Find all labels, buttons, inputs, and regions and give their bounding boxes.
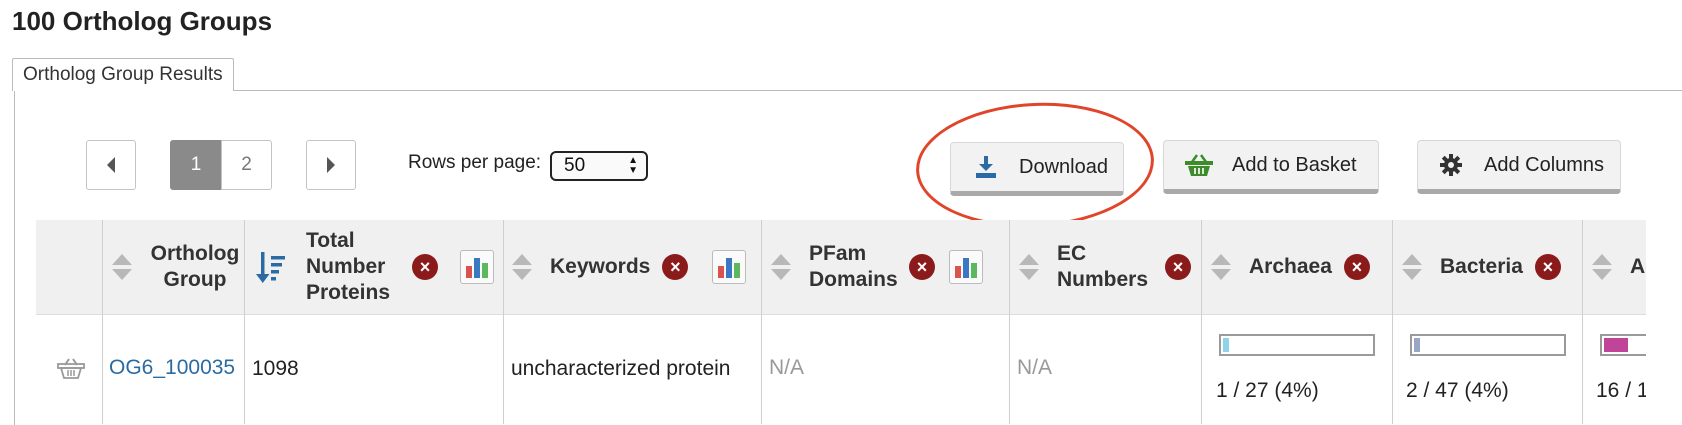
- chevron-right-icon: [327, 157, 335, 173]
- col-header-archaea[interactable]: Archaea ×: [1211, 220, 1391, 314]
- column-divider: [1009, 220, 1010, 424]
- col-header-pfam-domains[interactable]: PFam Domains ×: [771, 220, 1007, 314]
- sort-icon[interactable]: [1592, 254, 1612, 280]
- remove-column-icon[interactable]: ×: [662, 254, 689, 280]
- bacteria-cell: 2 / 47 (4%): [1406, 379, 1509, 402]
- page-1-button[interactable]: 1: [170, 140, 222, 190]
- bacteria-bar-fill: [1414, 338, 1420, 352]
- col-header-label: Archaea: [1249, 255, 1332, 278]
- rows-per-page-label: Rows per page:: [408, 152, 542, 173]
- remove-column-icon[interactable]: ×: [1165, 254, 1191, 280]
- partial-cell: 16 / 1: [1596, 379, 1646, 402]
- col-header-label: Keywords: [550, 255, 651, 278]
- column-divider: [244, 220, 245, 424]
- ortholog-group-link[interactable]: OG6_100035: [109, 356, 235, 380]
- remove-column-icon[interactable]: ×: [1534, 254, 1561, 280]
- total-proteins-cell: 1098: [252, 357, 299, 380]
- partial-bar: [1600, 334, 1646, 356]
- select-arrows-icon: ▲ ▼: [628, 155, 638, 176]
- col-header-total-number-proteins[interactable]: Total Number Proteins ×: [256, 220, 496, 314]
- bacteria-bar: [1410, 334, 1566, 356]
- col-header-bacteria[interactable]: Bacteria ×: [1402, 220, 1582, 314]
- basket-icon: [1184, 153, 1214, 177]
- archaea-cell: 1 / 27 (4%): [1216, 379, 1319, 402]
- add-to-basket-label: Add to Basket: [1232, 153, 1357, 176]
- col-header-label: Total Number Proteins: [306, 229, 391, 304]
- col-header-label: PFam Domains: [809, 242, 898, 291]
- sort-icon[interactable]: [771, 254, 791, 280]
- col-header-label: A: [1630, 255, 1646, 278]
- col-header-label: Ortholog Group: [150, 242, 240, 291]
- col-header-partial[interactable]: A: [1592, 220, 1646, 314]
- prev-page-button[interactable]: [86, 140, 136, 190]
- col-header-ec-numbers[interactable]: EC Numbers ×: [1019, 220, 1205, 314]
- partial-bar-fill: [1604, 338, 1628, 352]
- column-divider: [1392, 220, 1393, 424]
- next-page-button[interactable]: [306, 140, 356, 190]
- column-divider: [102, 220, 103, 424]
- col-header-ortholog-group[interactable]: Ortholog Group: [112, 220, 242, 314]
- archaea-bar-fill: [1223, 338, 1229, 352]
- archaea-bar: [1219, 334, 1375, 356]
- page-title: 100 Ortholog Groups: [12, 6, 273, 36]
- sort-icon[interactable]: [1019, 254, 1039, 280]
- col-header-label: EC Numbers: [1057, 242, 1149, 291]
- sort-descending-icon[interactable]: [256, 250, 288, 284]
- column-divider: [503, 220, 504, 424]
- remove-column-icon[interactable]: ×: [412, 254, 438, 280]
- remove-column-icon[interactable]: ×: [909, 254, 935, 280]
- col-header-keywords[interactable]: Keywords ×: [512, 220, 758, 314]
- page-2-button[interactable]: 2: [221, 140, 272, 190]
- sort-icon[interactable]: [1402, 254, 1422, 280]
- basket-icon[interactable]: [57, 356, 85, 385]
- add-columns-label: Add Columns: [1484, 153, 1605, 176]
- add-columns-button[interactable]: Add Columns: [1417, 140, 1621, 194]
- sort-icon[interactable]: [1211, 254, 1231, 280]
- chevron-left-icon: [107, 157, 115, 173]
- pfam-cell: N/A: [769, 356, 805, 379]
- col-header-label: Bacteria: [1440, 255, 1523, 278]
- remove-column-icon[interactable]: ×: [1343, 254, 1370, 280]
- add-to-basket-button[interactable]: Add to Basket: [1163, 140, 1379, 194]
- sort-icon[interactable]: [512, 254, 532, 280]
- gear-icon: [1436, 153, 1466, 177]
- bar-chart-icon[interactable]: [460, 250, 494, 284]
- rows-per-page-value: 50: [564, 155, 586, 176]
- rows-per-page-select[interactable]: 50 ▲ ▼: [550, 151, 648, 181]
- tab-ortholog-group-results[interactable]: Ortholog Group Results: [12, 58, 234, 91]
- column-divider: [761, 220, 762, 424]
- keywords-cell: uncharacterized protein: [511, 357, 731, 380]
- bar-chart-icon[interactable]: [712, 250, 747, 284]
- sort-icon[interactable]: [112, 254, 132, 280]
- column-divider: [1582, 220, 1583, 424]
- bar-chart-icon[interactable]: [949, 250, 983, 284]
- ec-cell: N/A: [1017, 356, 1053, 379]
